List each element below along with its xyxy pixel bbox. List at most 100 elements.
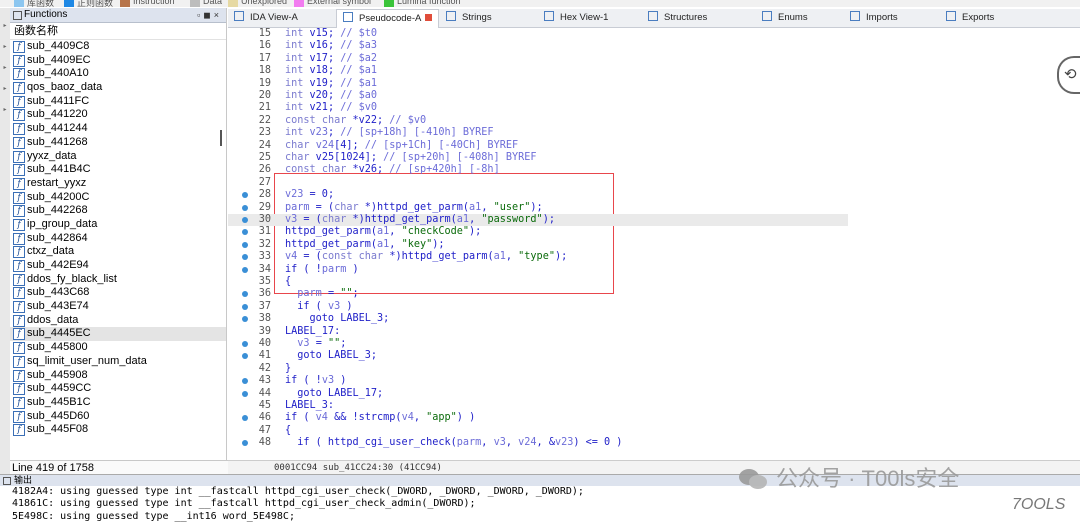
tab-structures[interactable]: Structures: [648, 9, 707, 27]
tab-hex-view-1[interactable]: Hex View-1: [544, 9, 608, 27]
code-line[interactable]: 34 if ( !parm ): [228, 264, 848, 276]
code-line[interactable]: 48 if ( httpd_cgi_user_check(parm, v3, v…: [228, 437, 848, 449]
function-list-item[interactable]: f ctxz_data: [10, 245, 226, 259]
function-list-item[interactable]: f sub_441244: [10, 122, 226, 136]
legend-label: Instruction: [133, 0, 175, 6]
function-list-item[interactable]: f ddos_data: [10, 314, 226, 328]
code-line[interactable]: 36 parm = "";: [228, 288, 848, 300]
function-list-item[interactable]: f sub_441268: [10, 136, 226, 150]
legend-swatch: [14, 0, 24, 7]
tab-exports[interactable]: Exports: [946, 9, 994, 27]
code-line[interactable]: 26 const char *v26; // [sp+420h] [-8h]: [228, 164, 848, 176]
function-list-item[interactable]: f sub_4459CC: [10, 382, 226, 396]
function-list-item[interactable]: f restart_yyxz: [10, 177, 226, 191]
code-line[interactable]: 38 goto LABEL_3;: [228, 313, 848, 325]
close-tab-icon[interactable]: [425, 14, 433, 21]
function-list-item[interactable]: f sub_44200C: [10, 191, 226, 205]
function-list-item[interactable]: f sub_445800: [10, 341, 226, 355]
breakpoint-dot-icon[interactable]: [242, 229, 248, 236]
breakpoint-dot-icon[interactable]: [242, 266, 248, 273]
tab-strings[interactable]: Strings: [446, 9, 492, 27]
breakpoint-dot-icon[interactable]: [242, 440, 248, 447]
code-line[interactable]: 18 int v18; // $a1: [228, 65, 848, 77]
code-line[interactable]: 44 goto LABEL_17;: [228, 388, 848, 400]
function-list-item[interactable]: f sub_441220: [10, 108, 226, 122]
code-line[interactable]: 16 int v16; // $a3: [228, 40, 848, 52]
code-line[interactable]: 45 LABEL_3:: [228, 400, 848, 412]
breakpoint-dot-icon[interactable]: [242, 415, 248, 422]
code-line[interactable]: 33 v4 = (const char *)httpd_get_parm(a1, …: [228, 251, 848, 263]
code-line[interactable]: 17 int v17; // $a2: [228, 53, 848, 65]
function-list-item[interactable]: f sub_442864: [10, 232, 226, 246]
function-list-item[interactable]: f sub_445D60: [10, 410, 226, 424]
code-line[interactable]: 30 v3 = (char *)httpd_get_parm(a1, "passw…: [228, 214, 848, 227]
function-list-item[interactable]: f sub_4445EC: [10, 327, 226, 342]
code-line[interactable]: 27: [228, 177, 848, 189]
code-line[interactable]: 24 char v24[4]; // [sp+1Ch] [-40Ch] BYREF: [228, 140, 848, 152]
function-list-item[interactable]: f sub_441B4C: [10, 163, 226, 177]
tab-imports[interactable]: Imports: [850, 9, 898, 27]
function-list-item[interactable]: f sub_4409EC: [10, 54, 226, 68]
tab-ida-view-a[interactable]: IDA View-A: [234, 9, 298, 27]
code-line[interactable]: 41 goto LABEL_3;: [228, 350, 848, 362]
code-line[interactable]: 22 const char *v22; // $v0: [228, 115, 848, 127]
code-line[interactable]: 15 int v15; // $t0: [228, 28, 848, 40]
code-line[interactable]: 31 httpd_get_parm(a1, "checkCode");: [228, 226, 848, 238]
code-line[interactable]: 40 v3 = "";: [228, 338, 848, 350]
functions-status: Line 419 of 1758: [10, 460, 228, 475]
function-list-item[interactable]: f sub_4409C8: [10, 40, 226, 54]
function-list-item[interactable]: f sub_4411FC: [10, 95, 226, 109]
function-list-item[interactable]: f sub_442E94: [10, 259, 226, 273]
breakpoint-dot-icon[interactable]: [242, 241, 248, 248]
function-list-item[interactable]: f sub_442268: [10, 204, 226, 218]
function-list-item[interactable]: f yyxz_data: [10, 150, 226, 164]
functions-scrollbar[interactable]: [220, 130, 222, 146]
function-list-item[interactable]: f sq_limit_user_num_data: [10, 355, 226, 369]
code-line[interactable]: 42}: [228, 363, 848, 375]
function-list-item[interactable]: f qos_baoz_data: [10, 81, 226, 95]
code-line[interactable]: 25 char v25[1024]; // [sp+20h] [-408h] BY…: [228, 152, 848, 164]
function-list-item[interactable]: f sub_445B1C: [10, 396, 226, 410]
function-list-item[interactable]: f sub_445F08: [10, 423, 226, 437]
function-list-item[interactable]: f sub_440A10: [10, 67, 226, 81]
breakpoint-dot-icon[interactable]: [242, 303, 248, 310]
code-line[interactable]: 35 {: [228, 276, 848, 288]
function-list-item[interactable]: f ddos_fy_black_list: [10, 273, 226, 287]
tab-pseudocode-a[interactable]: Pseudocode-A: [336, 9, 440, 29]
breakpoint-dot-icon[interactable]: [242, 204, 248, 211]
code-line[interactable]: 47 {: [228, 425, 848, 437]
breakpoint-dot-icon[interactable]: [242, 192, 248, 199]
pseudocode-view[interactable]: 15 int v15; // $t0 16 int v16; // $a3 17 int …: [228, 28, 1080, 458]
breakpoint-dot-icon[interactable]: [242, 378, 248, 385]
breakpoint-dot-icon[interactable]: [242, 291, 248, 298]
code-line[interactable]: 23 int v23; // [sp+18h] [-410h] BYREF: [228, 127, 848, 139]
function-name-column-header[interactable]: 函数名称: [10, 23, 226, 40]
breakpoint-dot-icon[interactable]: [242, 217, 248, 223]
line-number: 42: [258, 362, 271, 374]
function-list-item[interactable]: f sub_443C68: [10, 286, 226, 300]
wechat-icon: [739, 469, 767, 489]
function-list-item[interactable]: f ip_group_data: [10, 218, 226, 232]
code-line[interactable]: 28 v23 = 0;: [228, 189, 848, 201]
breakpoint-dot-icon[interactable]: [242, 254, 248, 261]
code-line[interactable]: 19 int v19; // $a1: [228, 78, 848, 90]
breakpoint-dot-icon[interactable]: [242, 316, 248, 323]
floating-side-button[interactable]: ⟲: [1057, 56, 1080, 94]
code-line[interactable]: 43 if ( !v3 ): [228, 375, 848, 387]
code-line[interactable]: 39 LABEL_17:: [228, 326, 848, 338]
code-line[interactable]: 21 int v21; // $v0: [228, 102, 848, 114]
function-name: qos_baoz_data: [27, 81, 103, 94]
code-line[interactable]: 32 httpd_get_parm(a1, "key");: [228, 239, 848, 251]
breakpoint-dot-icon[interactable]: [242, 353, 248, 360]
panel-controls[interactable]: ▫◼×: [197, 8, 222, 22]
tab-enums[interactable]: Enums: [762, 9, 808, 27]
breakpoint-dot-icon[interactable]: [242, 390, 248, 397]
function-list-item[interactable]: f sub_443E74: [10, 300, 226, 314]
code-line[interactable]: 46 if ( v4 && !strcmp(v4, "app") ): [228, 412, 848, 424]
code-line[interactable]: 37 if ( v3 ): [228, 301, 848, 313]
breakpoint-dot-icon[interactable]: [242, 341, 248, 347]
legend-strip: 库函数 正则函数 Instruction Data Unexplored External…: [0, 0, 1080, 7]
function-list-item[interactable]: f sub_445908: [10, 369, 226, 383]
code-line[interactable]: 20 int v20; // $a0: [228, 90, 848, 102]
code-line[interactable]: 29 parm = (char *)httpd_get_parm(a1, "use…: [228, 202, 848, 214]
